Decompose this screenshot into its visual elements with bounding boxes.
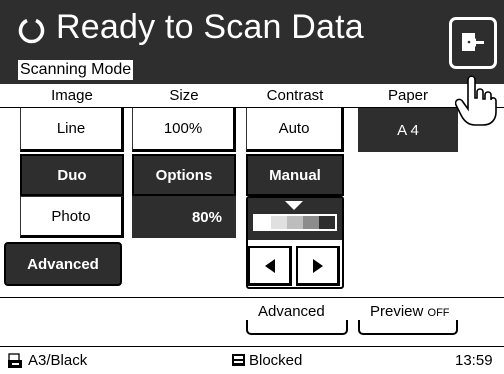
page-title: Ready to Scan Data bbox=[56, 8, 364, 46]
advanced-footer-button[interactable] bbox=[246, 320, 348, 335]
preview-label: Preview bbox=[370, 303, 424, 320]
advanced-footer-label: Advanced bbox=[258, 303, 325, 320]
image-advanced-label: Advanced bbox=[27, 255, 99, 273]
paper-size-label: A 4 bbox=[397, 121, 419, 139]
mode-label: Scanning Mode bbox=[18, 60, 134, 80]
exit-door-icon bbox=[462, 33, 484, 51]
clock: 13:59 bbox=[455, 352, 493, 369]
contrast-manual-label: Manual bbox=[269, 166, 321, 184]
size-options-button[interactable]: Options bbox=[132, 154, 236, 196]
size-value-label: 80% bbox=[191, 208, 222, 226]
size-percent-button[interactable]: 100% bbox=[132, 108, 236, 152]
circular-arrow-icon bbox=[18, 18, 45, 44]
paper-info-text: A3/Black bbox=[28, 352, 88, 369]
paper-size-display[interactable]: A 4 bbox=[358, 108, 458, 152]
column-heading-contrast: Contrast bbox=[266, 87, 324, 104]
size-value-display: 80% bbox=[132, 196, 236, 238]
contrast-auto-label: Auto bbox=[278, 120, 310, 137]
status-bar: A3/Black Blocked 13:59 bbox=[0, 346, 504, 374]
column-headings: Image Size Contrast Paper bbox=[0, 84, 504, 108]
image-photo-label: Photo bbox=[51, 207, 91, 225]
preview-state: OFF bbox=[427, 307, 450, 319]
paper-tray-icon bbox=[8, 353, 22, 368]
exit-button[interactable] bbox=[449, 17, 497, 69]
action-bar: Advanced Preview OFF bbox=[0, 297, 504, 346]
column-heading-image: Image bbox=[51, 87, 93, 104]
contrast-adjuster bbox=[246, 196, 344, 289]
contrast-scale-icon bbox=[253, 201, 337, 231]
column-heading-paper: Paper bbox=[387, 87, 429, 104]
hand-pointer-icon bbox=[455, 75, 497, 126]
preview-footer-label: Preview OFF bbox=[370, 303, 450, 320]
arrow-right-icon bbox=[312, 258, 323, 273]
column-heading-size: Size bbox=[169, 87, 199, 104]
contrast-scale-panel bbox=[248, 198, 342, 240]
image-photo-button[interactable]: Photo bbox=[20, 196, 124, 238]
image-duo-label: Duo bbox=[57, 166, 87, 184]
preview-footer-button[interactable] bbox=[358, 320, 458, 335]
image-duo-button[interactable]: Duo bbox=[20, 154, 124, 196]
image-line-label: Line bbox=[56, 120, 86, 137]
size-options-label: Options bbox=[155, 166, 213, 184]
contrast-auto-button[interactable]: Auto bbox=[246, 108, 344, 152]
contrast-manual-button[interactable]: Manual bbox=[246, 154, 344, 196]
image-advanced-button[interactable]: Advanced bbox=[4, 242, 122, 286]
image-line-button[interactable]: Line bbox=[20, 108, 124, 152]
arrow-left-icon bbox=[264, 258, 275, 273]
contrast-increase-button[interactable] bbox=[296, 246, 340, 286]
size-percent-label: 100% bbox=[163, 120, 203, 137]
header-bar: Ready to Scan Data Scanning Mode bbox=[0, 0, 504, 84]
job-status-icon bbox=[232, 354, 245, 366]
job-status-text: Blocked bbox=[249, 352, 303, 369]
contrast-decrease-button[interactable] bbox=[248, 246, 292, 286]
